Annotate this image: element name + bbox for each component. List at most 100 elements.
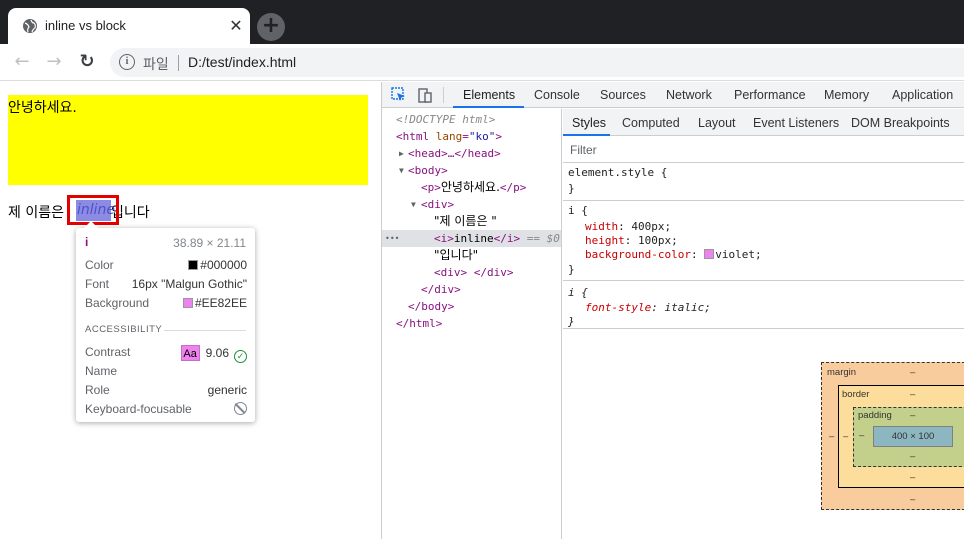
dom-text1[interactable]: "제 이름은 ": [434, 213, 497, 230]
rule1-prop-height[interactable]: height: 100px;: [585, 234, 678, 248]
color-swatch-violet[interactable]: [704, 249, 715, 259]
box-model-margin[interactable]: margin – – – border – – – padding – – – …: [821, 362, 964, 510]
sidebar-tab-event-listeners[interactable]: Event Listeners: [753, 116, 839, 130]
selected-marker: == $0: [526, 232, 560, 245]
devtools-panel: Elements Console Sources Network Perform…: [381, 82, 964, 539]
div-close-tag: </div>: [421, 283, 461, 296]
rule1-prop-width[interactable]: width: 400px;: [585, 220, 671, 234]
prop-name: font-style: [585, 301, 652, 314]
sidebar-tab-computed[interactable]: Computed: [622, 116, 680, 130]
dom-body-close[interactable]: </body>: [408, 298, 454, 315]
sidebar-active-indicator: [563, 134, 610, 136]
contrast-label: Contrast: [85, 345, 131, 359]
border-left-value: –: [843, 431, 849, 442]
box-model-padding[interactable]: padding – – – 400 × 100: [853, 407, 964, 467]
rule1-selector[interactable]: i {: [568, 204, 588, 218]
i-close-tag: </i>: [493, 232, 521, 245]
back-button[interactable]: ←: [12, 52, 32, 72]
element-style-close: }: [568, 182, 575, 195]
reload-button[interactable]: ↻: [77, 52, 97, 72]
collapse-body-icon[interactable]: ▼: [399, 166, 404, 175]
rule-element-style: element.style { }: [563, 163, 964, 201]
tab-memory[interactable]: Memory: [824, 88, 869, 102]
forward-button[interactable]: →: [44, 52, 64, 72]
keyboard-value: [234, 402, 247, 416]
rule1-close: }: [568, 263, 575, 276]
contrast-value-wrap: Aa 9.06 ✓: [180, 345, 247, 363]
accessibility-heading: ACCESSIBILITY: [85, 324, 163, 335]
sidebar-tab-styles[interactable]: Styles: [572, 116, 606, 130]
elements-tree: <!DOCTYPE html> <html lang="ko"> ▶ <head…: [382, 109, 562, 539]
p-close-tag: </p>: [499, 181, 527, 194]
prop-name: height: [585, 234, 625, 247]
border-bottom-value: –: [910, 472, 916, 483]
tab-elements[interactable]: Elements: [463, 88, 515, 102]
div-open-tag: <div>: [421, 198, 455, 211]
devtools-tabbar: Elements Console Sources Network Perform…: [382, 82, 964, 108]
box-model-border[interactable]: border – – – padding – – – 400 × 100: [838, 385, 964, 488]
tab-performance[interactable]: Performance: [734, 88, 806, 102]
styles-sidebar: Styles Computed Layout Event Listeners D…: [563, 109, 964, 539]
tab-network[interactable]: Network: [666, 88, 712, 102]
tooltip-dimensions: 38.89 × 21.11: [173, 236, 246, 250]
page-viewport: 안녕하세요. 제 이름은 입니다 inline i 38.89 × 21.11 …: [0, 82, 381, 539]
dom-i-selected[interactable]: ••• <i>inline</i> == $0: [382, 230, 561, 247]
i-text: inline: [453, 232, 494, 245]
styles-filter-input[interactable]: Filter: [570, 143, 597, 157]
tab-strip: inline vs block ✕ +: [0, 0, 964, 44]
dom-text2[interactable]: "입니다": [434, 247, 478, 264]
inspect-element-icon[interactable]: [390, 86, 408, 104]
url-text[interactable]: D:/test/index.html: [188, 54, 296, 70]
box-model-content[interactable]: 400 × 100: [873, 426, 953, 447]
tooltip-color-row: Color #000000: [85, 258, 247, 274]
info-icon[interactable]: i: [119, 54, 135, 70]
tab-application[interactable]: Application: [892, 88, 953, 102]
paragraph-box: 안녕하세요.: [8, 95, 368, 185]
omnibox-separator: [178, 55, 179, 71]
expand-head-icon[interactable]: ▶: [399, 149, 404, 158]
border-label: border: [842, 389, 870, 400]
tab-title: inline vs block: [45, 18, 126, 33]
rule2-selector[interactable]: i {: [568, 286, 588, 300]
sidebar-tab-dom-breakpoints[interactable]: DOM Breakpoints: [851, 116, 950, 130]
margin-left-value: –: [829, 431, 835, 442]
tab-close-icon[interactable]: ✕: [227, 17, 245, 35]
dom-div-close[interactable]: </div>: [421, 281, 461, 298]
tab-sources[interactable]: Sources: [600, 88, 646, 102]
dom-body-open[interactable]: <body>: [408, 162, 448, 179]
sidebar-tab-layout[interactable]: Layout: [698, 116, 736, 130]
prop-name: background-color: [585, 248, 691, 261]
background-label: Background: [85, 296, 150, 310]
margin-bottom-value: –: [910, 494, 916, 505]
dom-html[interactable]: <html lang="ko">: [396, 128, 502, 145]
dom-p[interactable]: <p>안녕하세요.</p>: [421, 179, 526, 196]
dom-head[interactable]: <head>…</head>: [408, 145, 501, 162]
element-style-selector[interactable]: element.style {: [568, 166, 667, 180]
prop-value: 100px;: [638, 234, 678, 247]
color-value-wrap: #000000: [188, 258, 247, 272]
tab-console[interactable]: Console: [534, 88, 580, 102]
new-tab-button[interactable]: +: [257, 13, 285, 41]
prop-value: 400px;: [631, 220, 672, 233]
inspect-tooltip: i 38.89 × 21.11 Color #000000 Font 16px …: [76, 221, 255, 422]
dom-html-close[interactable]: </html>: [396, 315, 442, 332]
browser-tab[interactable]: inline vs block ✕: [8, 8, 250, 44]
rule1-prop-background-color[interactable]: background-color: violet;: [585, 248, 762, 262]
dom-doctype[interactable]: <!DOCTYPE html>: [396, 111, 495, 128]
rule2-prop-font-style[interactable]: font-style: italic;: [585, 301, 711, 315]
contrast-badge: Aa: [180, 345, 200, 361]
contrast-value: 9.06: [205, 346, 229, 360]
html-tag: <html: [396, 130, 430, 143]
dom-div-open[interactable]: <div>: [421, 196, 454, 213]
body-open-tag: <body>: [408, 164, 448, 177]
collapse-div-icon[interactable]: ▼: [411, 200, 416, 209]
browser-toolbar: ← → ↻ i 파일 D:/test/index.html: [0, 44, 964, 81]
body-close-tag: </body>: [408, 300, 455, 313]
background-value-wrap: #EE82EE: [182, 296, 247, 310]
not-focusable-icon: [234, 402, 247, 415]
accessibility-divider: [164, 330, 246, 331]
dom-div-empty[interactable]: <div> </div>: [434, 264, 513, 281]
device-toolbar-icon[interactable]: [416, 86, 434, 104]
address-bar[interactable]: i 파일 D:/test/index.html: [110, 48, 964, 77]
more-icon[interactable]: •••: [385, 230, 399, 247]
